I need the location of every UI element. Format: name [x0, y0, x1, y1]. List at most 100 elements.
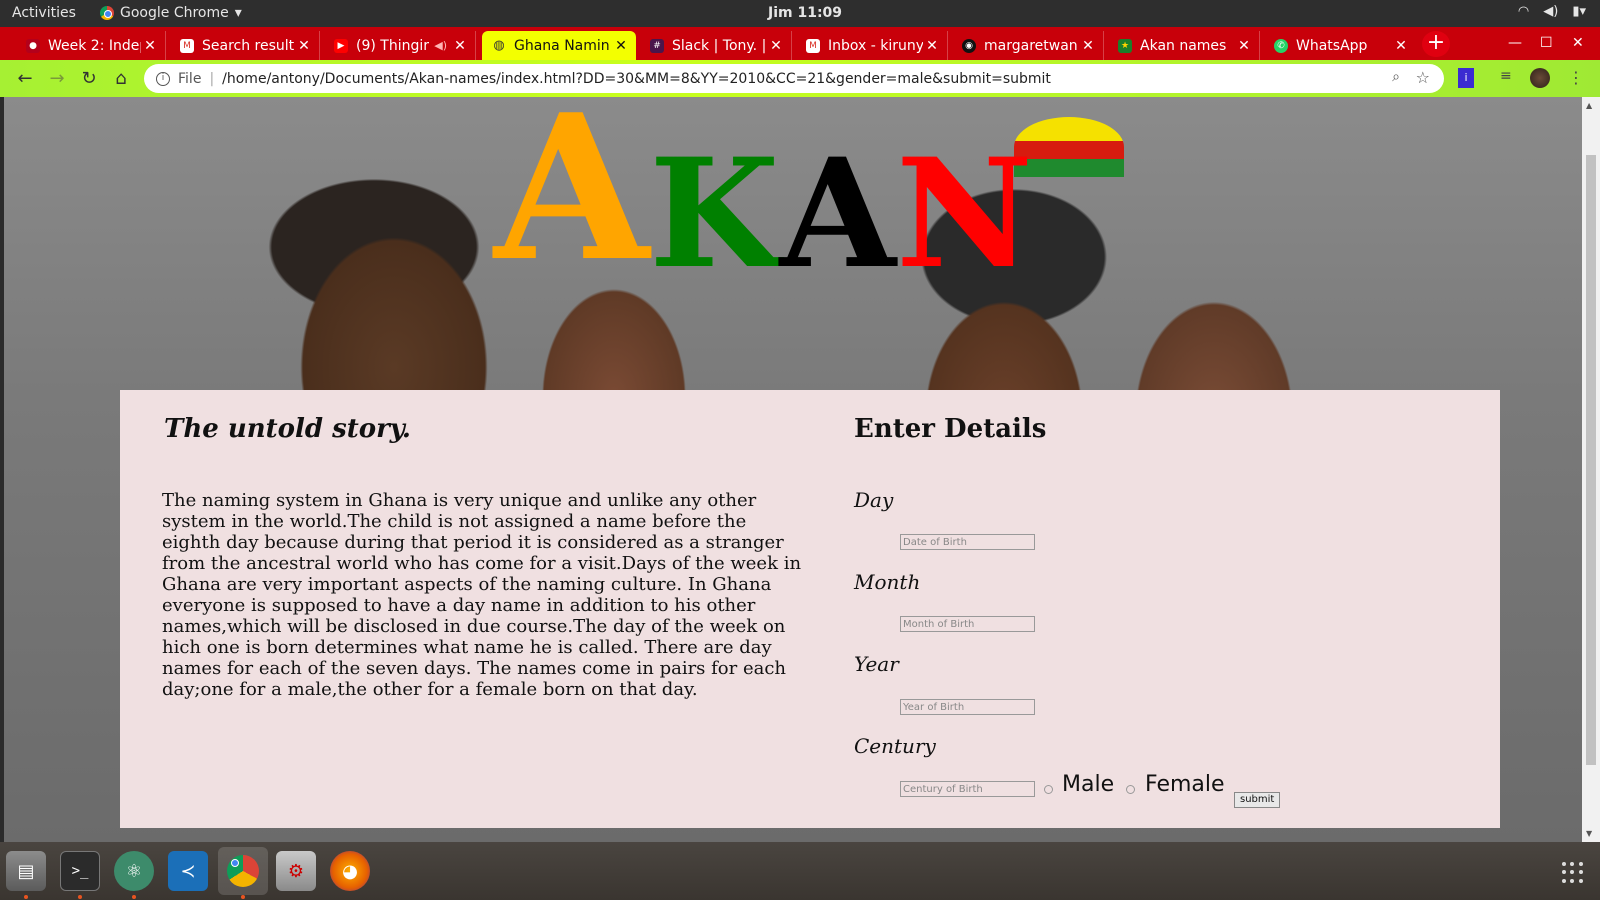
- clock[interactable]: Jim 11:09: [768, 5, 842, 21]
- tab-title: Inbox - kiruny: [828, 37, 923, 54]
- speaker-icon[interactable]: ◀): [434, 39, 447, 52]
- tab-github[interactable]: ◉ margaretwan ✕: [952, 31, 1104, 60]
- logo-letter-a2: A: [779, 126, 896, 302]
- scroll-down-icon[interactable]: ▼: [1586, 829, 1592, 838]
- profile-avatar[interactable]: [1530, 68, 1550, 88]
- page-viewport: A K A N The untold story. The naming sys…: [4, 97, 1582, 842]
- bookmark-star-icon[interactable]: ☆: [1416, 68, 1430, 87]
- url-text[interactable]: /home/antony/Documents/Akan-names/index.…: [222, 71, 1051, 87]
- moringa-icon: ●: [26, 38, 40, 53]
- chrome-icon: [100, 6, 114, 20]
- tab-week2[interactable]: ● Week 2: Indep ✕: [16, 31, 166, 60]
- browser-toolbar: ← → ↻ ⌂ i File | /home/antony/Documents/…: [0, 60, 1600, 97]
- forward-arrow-icon[interactable]: →: [46, 69, 68, 89]
- system-tray[interactable]: ◠ ◀) ▮▾: [1518, 4, 1586, 19]
- running-indicator: [24, 895, 28, 899]
- app-menu-label: Google Chrome: [120, 5, 229, 21]
- zoom-icon[interactable]: ⌕: [1392, 69, 1400, 85]
- settings-icon[interactable]: ⚙: [276, 851, 316, 891]
- tab-title: (9) Thingir: [356, 37, 430, 54]
- day-label: Day: [854, 488, 894, 512]
- slack-icon: #: [650, 38, 664, 53]
- tab-slack[interactable]: # Slack | Tony. | ✕: [640, 31, 792, 60]
- scrollbar-thumb[interactable]: [1586, 155, 1596, 765]
- male-label: Male: [1062, 772, 1115, 797]
- content-panel: The untold story. The naming system in G…: [120, 390, 1500, 828]
- close-icon[interactable]: ✕: [1079, 38, 1097, 54]
- files-icon[interactable]: ▤: [6, 851, 46, 891]
- close-icon[interactable]: ✕: [1235, 38, 1253, 54]
- tab-title: Akan names: [1140, 37, 1227, 54]
- scheme-label: File: [178, 70, 202, 87]
- star-icon: ★: [1118, 38, 1132, 53]
- address-bar[interactable]: i File | /home/antony/Documents/Akan-nam…: [144, 64, 1444, 93]
- extension-icon[interactable]: i: [1458, 68, 1474, 88]
- new-tab-button[interactable]: +: [1422, 31, 1450, 57]
- running-indicator: [241, 895, 245, 899]
- home-icon[interactable]: ⌂: [110, 69, 132, 89]
- kebab-menu-icon[interactable]: ⋮: [1568, 68, 1584, 88]
- female-radio[interactable]: [1126, 785, 1135, 794]
- media-controls-icon[interactable]: ≡: [1500, 68, 1512, 88]
- firefox-icon[interactable]: ◕: [330, 851, 370, 891]
- logo-letter-n: N: [895, 126, 1034, 302]
- tab-inbox[interactable]: M Inbox - kiruny ✕: [796, 31, 948, 60]
- close-icon[interactable]: ✕: [141, 38, 159, 54]
- month-label: Month: [854, 570, 921, 594]
- story-heading: The untold story.: [164, 414, 411, 444]
- tab-title: Search result: [202, 37, 295, 54]
- wifi-icon: ◠: [1517, 4, 1530, 19]
- volume-icon: ◀): [1543, 4, 1559, 19]
- reload-icon[interactable]: ↻: [78, 69, 100, 89]
- tab-akan-names[interactable]: ★ Akan names ✕: [1108, 31, 1260, 60]
- year-input[interactable]: [900, 699, 1035, 715]
- running-indicator: [78, 895, 82, 899]
- maximize-icon[interactable]: ☐: [1540, 35, 1553, 51]
- logo-letter-a: A: [494, 97, 650, 306]
- chrome-icon[interactable]: [218, 847, 268, 895]
- tab-whatsapp[interactable]: ✆ WhatsApp ✕: [1264, 31, 1416, 60]
- day-input[interactable]: [900, 534, 1035, 550]
- month-input[interactable]: [900, 616, 1035, 632]
- gmail-icon: M: [180, 38, 194, 53]
- scroll-up-icon[interactable]: ▲: [1586, 101, 1592, 110]
- show-applications-icon[interactable]: [1562, 862, 1584, 884]
- details-heading: Enter Details: [854, 414, 1047, 444]
- close-icon[interactable]: ✕: [1392, 38, 1410, 54]
- tab-ghana-naming[interactable]: ◍ Ghana Namin ✕: [482, 31, 636, 60]
- logo-letter-k: K: [649, 126, 780, 302]
- page-scrollbar[interactable]: ▲ ▼: [1582, 97, 1600, 842]
- info-icon[interactable]: i: [156, 71, 170, 86]
- back-arrow-icon[interactable]: ←: [14, 69, 36, 89]
- tab-title: Ghana Namin: [514, 37, 610, 54]
- close-icon[interactable]: ✕: [451, 38, 469, 54]
- gmail-icon: M: [806, 38, 820, 53]
- close-icon[interactable]: ✕: [295, 38, 313, 54]
- tab-title: WhatsApp: [1296, 37, 1368, 54]
- chevron-down-icon: ▾: [234, 5, 242, 21]
- vscode-icon[interactable]: ≺: [168, 851, 208, 891]
- activities-button[interactable]: Activities: [12, 5, 76, 21]
- terminal-icon[interactable]: >_: [60, 851, 100, 891]
- window-close-icon[interactable]: ✕: [1572, 35, 1584, 51]
- atom-icon[interactable]: ⚛: [114, 851, 154, 891]
- minimize-icon[interactable]: —: [1508, 35, 1522, 51]
- akan-logo: A K A N: [494, 97, 1033, 289]
- male-radio[interactable]: [1044, 785, 1053, 794]
- app-menu[interactable]: Google Chrome ▾: [100, 5, 242, 21]
- tab-youtube[interactable]: ▶ (9) Thingir ◀) ✕: [324, 31, 476, 60]
- close-icon[interactable]: ✕: [612, 38, 630, 54]
- year-label: Year: [854, 652, 899, 676]
- tab-search-results[interactable]: M Search result ✕: [170, 31, 320, 60]
- youtube-icon: ▶: [334, 38, 348, 53]
- ubuntu-dock: ▤ >_ ⚛ ≺ ⚙ ◕: [0, 842, 1600, 900]
- battery-icon: ▮▾: [1572, 4, 1586, 19]
- github-icon: ◉: [962, 38, 976, 53]
- female-label: Female: [1145, 772, 1225, 797]
- tab-title: Slack | Tony. |: [672, 37, 767, 54]
- close-icon[interactable]: ✕: [923, 38, 941, 54]
- system-top-bar: Activities Google Chrome ▾ Jim 11:09 ◠ ◀…: [0, 0, 1600, 27]
- close-icon[interactable]: ✕: [767, 38, 785, 54]
- submit-button[interactable]: submit: [1234, 792, 1281, 808]
- century-input[interactable]: [900, 781, 1035, 797]
